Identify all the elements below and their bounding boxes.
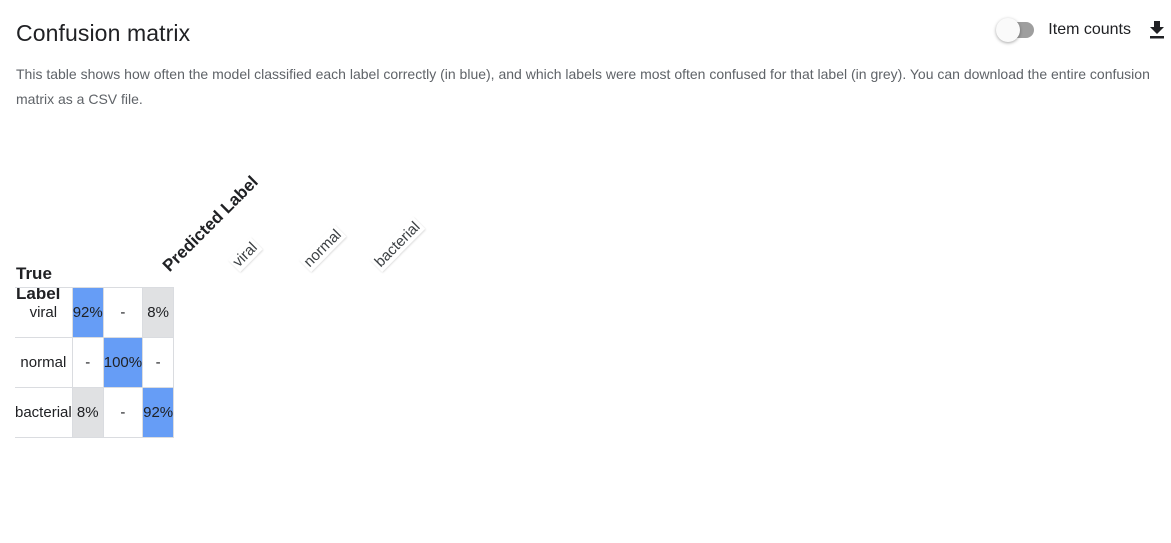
download-button[interactable] bbox=[1147, 18, 1167, 42]
item-counts-toggle[interactable] bbox=[996, 18, 1036, 42]
row-header-viral: viral bbox=[15, 287, 73, 338]
matrix-cell[interactable]: 92% bbox=[142, 387, 175, 438]
table-row: viral 92% - 8% bbox=[15, 287, 175, 338]
row-header-bacterial: bacterial bbox=[15, 387, 73, 438]
matrix-cell[interactable]: 8% bbox=[142, 287, 175, 338]
table-row: bacterial 8% - 92% bbox=[15, 387, 175, 438]
matrix-cell[interactable]: 8% bbox=[71, 387, 104, 438]
matrix-table: viral 92% - 8% normal - 100% - bacterial… bbox=[15, 287, 175, 438]
matrix-cell[interactable]: - bbox=[71, 337, 104, 388]
matrix-cell[interactable]: - bbox=[103, 287, 144, 338]
matrix-cell[interactable]: 100% bbox=[103, 337, 144, 388]
description-text: This table shows how often the model cla… bbox=[16, 66, 1150, 107]
confusion-matrix-panel: Confusion matrix Item counts This table … bbox=[0, 0, 1171, 543]
row-header-normal: normal bbox=[15, 337, 73, 388]
column-header-viral: viral bbox=[227, 237, 263, 272]
page-title: Confusion matrix bbox=[16, 20, 191, 46]
matrix-cell[interactable]: 92% bbox=[71, 287, 104, 338]
toggle-thumb bbox=[996, 18, 1021, 42]
download-icon bbox=[1150, 21, 1164, 39]
column-header-bacterial: bacterial bbox=[369, 217, 425, 272]
item-counts-label: Item counts bbox=[1048, 21, 1131, 38]
matrix-cell[interactable]: - bbox=[142, 337, 175, 388]
matrix-cell[interactable]: - bbox=[103, 387, 144, 438]
column-header-normal: normal bbox=[298, 224, 347, 272]
toolbar: Item counts bbox=[996, 18, 1167, 42]
table-row: normal - 100% - bbox=[15, 337, 175, 388]
